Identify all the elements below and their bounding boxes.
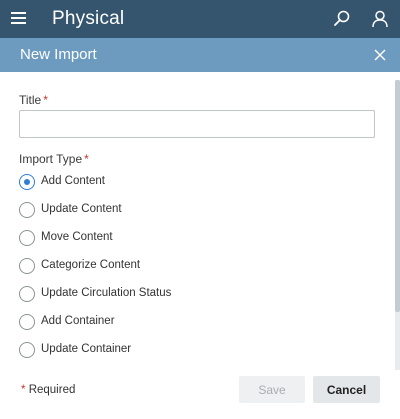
radio-update-content[interactable]: Update Content: [19, 200, 319, 222]
radio-button[interactable]: [19, 202, 35, 218]
title-input[interactable]: [19, 110, 375, 138]
user-icon[interactable]: [370, 9, 390, 29]
radio-button[interactable]: [19, 230, 35, 246]
title-label: Title *: [19, 93, 48, 107]
radio-button[interactable]: [19, 258, 35, 274]
required-star: *: [43, 93, 48, 107]
close-icon[interactable]: [372, 47, 388, 63]
import-form: Title * Import Type * Add Content Update C…: [0, 72, 400, 372]
radio-label: Add Container: [41, 315, 115, 327]
import-type-label: Import Type *: [19, 152, 89, 166]
radio-add-content[interactable]: Add Content: [19, 172, 319, 194]
dialog-header: New Import: [0, 38, 400, 72]
radio-button[interactable]: [19, 342, 35, 358]
required-star: *: [21, 384, 26, 396]
hamburger-menu-icon[interactable]: [11, 12, 26, 25]
radio-label: Add Content: [41, 175, 105, 187]
required-note: * Required: [21, 384, 76, 396]
radio-button[interactable]: [19, 174, 35, 190]
scrollbar-thumb[interactable]: [395, 80, 400, 312]
dialog-footer: * Required Save Cancel: [0, 372, 400, 419]
radio-move-content[interactable]: Move Content: [19, 228, 319, 250]
radio-button[interactable]: [19, 286, 35, 302]
radio-label: Update Content: [41, 203, 122, 215]
save-button[interactable]: Save: [239, 376, 305, 403]
radio-button[interactable]: [19, 314, 35, 330]
radio-add-container[interactable]: Add Container: [19, 312, 319, 334]
radio-label: Update Container: [41, 343, 132, 355]
app-header: Physical: [0, 0, 400, 38]
radio-update-container[interactable]: Update Container: [19, 340, 319, 362]
required-star: *: [84, 152, 89, 166]
radio-categorize-content[interactable]: Categorize Content: [19, 256, 319, 278]
radio-label: Update Circulation Status: [41, 287, 172, 299]
search-icon[interactable]: [332, 9, 352, 29]
radio-update-circulation-status[interactable]: Update Circulation Status: [19, 284, 319, 306]
radio-label: Move Content: [41, 231, 113, 243]
radio-label: Categorize Content: [41, 259, 141, 271]
form-scrollbar[interactable]: [395, 80, 400, 370]
dialog-title: New Import: [20, 46, 97, 63]
app-title: Physical: [52, 8, 125, 29]
cancel-button[interactable]: Cancel: [313, 376, 380, 403]
